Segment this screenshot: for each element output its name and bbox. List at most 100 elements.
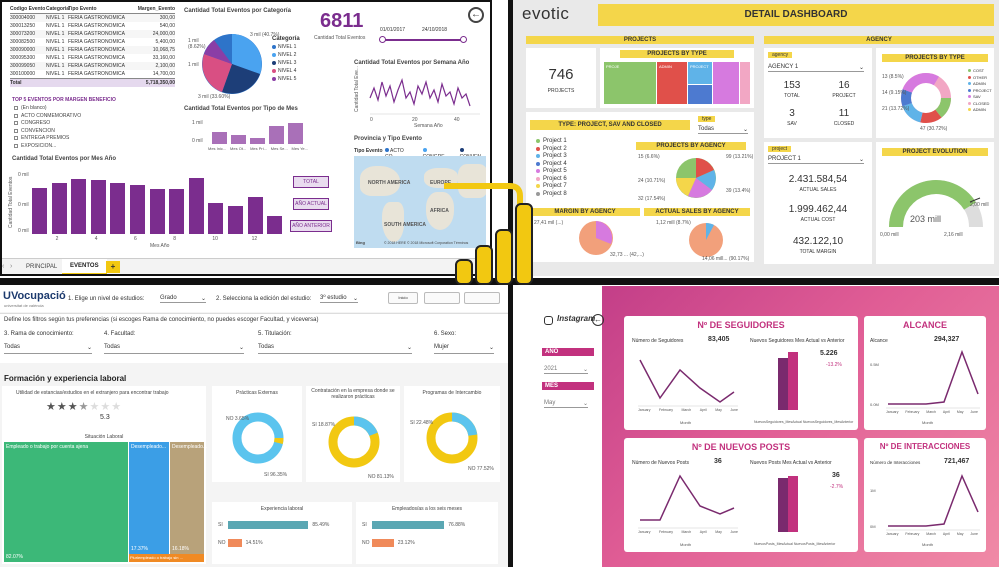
treemap-project2[interactable]: PROJECT	[688, 62, 712, 84]
project-list-item[interactable]: Project 2	[536, 146, 567, 152]
table-row[interactable]: 300095300 NIVEL 1 FERIA GASTRONOMICA 33,160…	[10, 54, 175, 62]
table-row[interactable]: 300090000 NIVEL 1 FERIA GASTRONOMICA 10,068…	[10, 46, 175, 54]
project-filter-dropdown[interactable]: PROJECT 1 ⌄	[768, 156, 864, 164]
situacion-unemployed-cell[interactable]: Desempleado... 17.37%	[129, 442, 169, 554]
top5-checkbox-item[interactable]: ENTREGA PREMIOS	[14, 135, 134, 141]
ptype2-legend-item[interactable]: PROJECT	[968, 88, 992, 93]
month-bar[interactable]	[51, 182, 67, 234]
month-bar[interactable]	[130, 185, 145, 234]
tipomes-bar[interactable]	[231, 134, 246, 144]
horizontal-bar[interactable]	[228, 521, 309, 529]
col-tipo[interactable]: Tipo Evento	[68, 6, 130, 12]
checkbox-icon[interactable]	[14, 106, 18, 110]
previous-year-button[interactable]: AÑO ANTERIOR	[290, 220, 332, 232]
treemap-sav[interactable]	[688, 85, 712, 104]
table-row[interactable]: 300082500 NIVEL 1 FERIA GASTRONOMICA 5,400,…	[10, 38, 175, 46]
posts-bar-current[interactable]	[778, 478, 788, 532]
followers-bar-previous[interactable]	[788, 352, 798, 410]
horizontal-bar[interactable]	[372, 521, 445, 529]
type-filter-dropdown[interactable]: Todas ⌄	[698, 126, 748, 134]
project-list-item[interactable]: Project 4	[536, 161, 567, 167]
ptype2-legend-item[interactable]: SAV	[968, 94, 992, 99]
date-slider-start-handle[interactable]	[379, 36, 386, 43]
checkbox-icon[interactable]	[14, 121, 18, 125]
followers-bar-current[interactable]	[778, 358, 788, 410]
month-bar[interactable]	[90, 180, 106, 234]
filter-dropdown[interactable]: Todas ⌄	[4, 344, 92, 354]
weekly-line[interactable]	[369, 77, 471, 107]
project-list-item[interactable]: Project 3	[536, 153, 567, 159]
pie-legend-item[interactable]: NIVEL 5	[272, 76, 296, 82]
tipomes-bar[interactable]	[212, 132, 227, 144]
interactions-line[interactable]	[888, 474, 979, 527]
col-categoria[interactable]: Categoria	[46, 6, 69, 12]
ptype2-legend-item[interactable]: ADMIN	[968, 107, 992, 112]
pie-legend-item[interactable]: NIVEL 3	[272, 60, 296, 66]
top5-checkbox-item[interactable]: (En blanco)	[14, 105, 134, 111]
month-bar[interactable]	[110, 182, 126, 234]
tipomes-bar[interactable]	[269, 125, 284, 144]
treemap-admin[interactable]: ADMIN	[657, 62, 687, 104]
tab-scroll-right-icon[interactable]: ›	[10, 263, 12, 270]
month-dropdown[interactable]: May ⌄	[544, 400, 588, 408]
date-to[interactable]: 24/10/2018	[422, 27, 447, 33]
top5-checkbox-item[interactable]: ACTO CONMEMORATIVO	[14, 113, 134, 119]
posts-bar-previous[interactable]	[788, 476, 798, 532]
tab-principal[interactable]: PRINCIPAL	[18, 261, 65, 273]
year-dropdown[interactable]: 2021 ⌄	[544, 366, 588, 374]
col-margen[interactable]: Margen_Evento	[130, 6, 175, 12]
total-button[interactable]: TOTAL	[293, 176, 329, 188]
month-bar[interactable]	[169, 189, 185, 234]
back-arrow-icon[interactable]: ←	[468, 7, 484, 23]
agency-filter-dropdown[interactable]: AGENCY 1 ⌄	[768, 64, 864, 72]
posts-line[interactable]	[640, 474, 735, 521]
treemap-closed[interactable]	[713, 62, 739, 104]
checkbox-icon[interactable]	[14, 143, 18, 148]
month-bar[interactable]	[228, 205, 243, 234]
month-bar[interactable]	[149, 189, 165, 234]
tipomes-bar[interactable]	[250, 137, 265, 144]
situacion-pluriempleo-cell[interactable]: Pluriempleado o trabajo sin ...	[129, 554, 204, 562]
checkbox-icon[interactable]	[14, 128, 18, 133]
tab-scroll-left-icon[interactable]: ‹	[2, 263, 4, 270]
filter-dropdown[interactable]: Mujer ⌄	[434, 344, 494, 354]
level-dropdown[interactable]: Grado ⌄	[160, 295, 206, 303]
situacion-unemployed2-cell[interactable]: Desempleado... 16.18%	[170, 442, 207, 554]
top5-checkbox-item[interactable]: CONGRESO	[14, 120, 134, 126]
project-list-item[interactable]: Project 1	[536, 138, 567, 144]
tipomes-bar[interactable]	[288, 123, 303, 144]
top5-checkbox-item[interactable]: CONVENCION	[14, 128, 134, 134]
treemap-other[interactable]	[740, 62, 750, 104]
tab-eventos[interactable]: EVENTOS	[62, 259, 107, 274]
horizontal-bar[interactable]	[228, 539, 242, 547]
table-row[interactable]: 300004000 NIVEL 1 FERIA GASTRONOMICA 300,00	[10, 14, 175, 22]
filter-dropdown[interactable]: Todas ⌄	[104, 344, 244, 354]
top5-checkbox-item[interactable]: EXPOSICION...	[14, 143, 134, 149]
ptype2-legend-item[interactable]: CLOSED	[968, 101, 992, 106]
table-row[interactable]: 300013250 NIVEL 1 FERIA GASTRONOMICA 540,00	[10, 22, 175, 30]
table-row[interactable]: 300100000 NIVEL 1 FERIA GASTRONOMICA 14,700…	[10, 70, 175, 78]
date-from[interactable]: 01/01/2017	[380, 27, 405, 33]
table-row[interactable]: 300073200 NIVEL 1 FERIA GASTRONOMICA 24,000…	[10, 30, 175, 38]
add-page-button[interactable]: +	[106, 261, 120, 273]
month-bar[interactable]	[267, 216, 283, 234]
pie-legend-item[interactable]: NIVEL 2	[272, 52, 296, 58]
date-slider-track[interactable]	[382, 39, 464, 41]
treemap-project[interactable]: PROJE	[604, 62, 656, 104]
month-bar[interactable]	[188, 177, 204, 234]
followers-line[interactable]	[639, 359, 735, 403]
ptype2-legend-item[interactable]: COST	[968, 68, 992, 73]
home-button[interactable]: Inicio	[388, 292, 418, 304]
checkbox-icon[interactable]	[14, 113, 18, 118]
month-bar[interactable]	[71, 178, 87, 234]
filter-dropdown[interactable]: Todas ⌄	[258, 344, 412, 354]
month-bar[interactable]	[208, 203, 224, 234]
date-slider-end-handle[interactable]	[460, 36, 467, 43]
back-arrow-icon[interactable]: ←	[592, 314, 604, 326]
checkbox-icon[interactable]	[14, 136, 18, 140]
month-bar[interactable]	[32, 187, 47, 234]
col-codigo[interactable]: Codigo Evento	[10, 6, 46, 12]
horizontal-bar[interactable]	[372, 539, 394, 547]
edition-dropdown[interactable]: 3º estudio ⌄	[320, 295, 358, 303]
pie-legend-item[interactable]: NIVEL 1	[272, 44, 296, 50]
